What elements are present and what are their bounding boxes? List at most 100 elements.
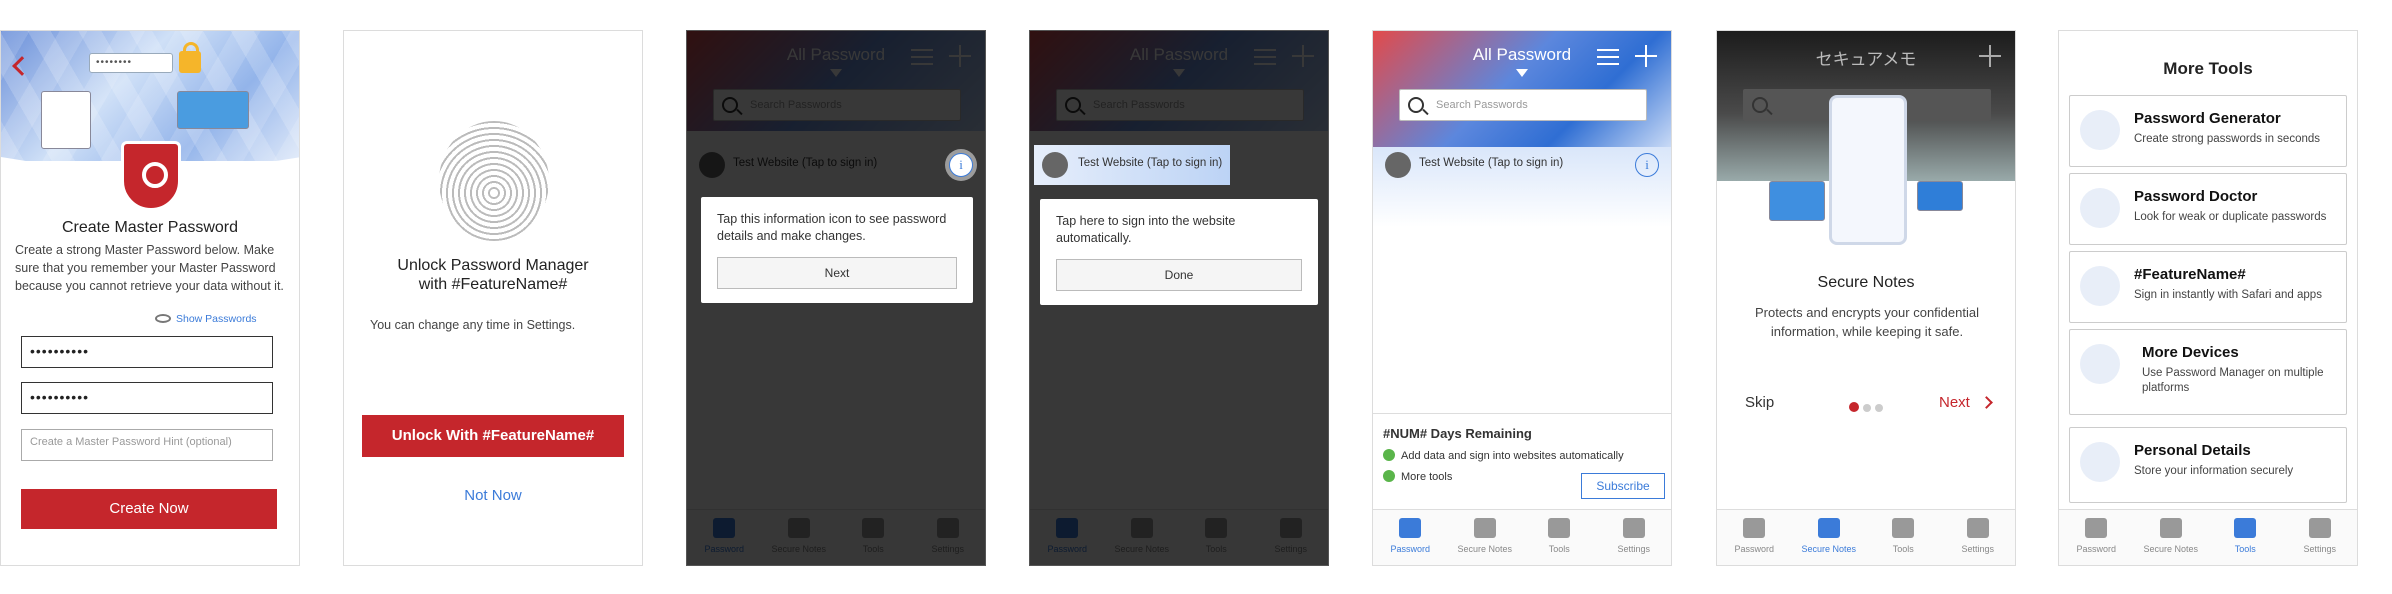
done-button[interactable]: Done xyxy=(1056,259,1302,291)
tab-tools[interactable]: Tools xyxy=(2208,510,2283,565)
menu-icon[interactable] xyxy=(1597,49,1619,65)
tab-bar: Password Secure Notes Tools Settings xyxy=(2059,509,2357,565)
envelope-illustration xyxy=(1917,181,1963,211)
key-icon xyxy=(1743,518,1766,538)
tooltip-text: Tap here to sign into the website automa… xyxy=(1056,214,1236,245)
page-title: Create Master Password xyxy=(61,219,239,236)
search-input[interactable]: Search Passwords xyxy=(1399,89,1647,121)
screen-create-master-password: •••••••• Create Master Password Create a… xyxy=(0,30,300,566)
tab-secure-notes[interactable]: Secure Notes xyxy=(1448,510,1523,565)
screen-tip-sign-in: All Password Search Passwords Password S… xyxy=(1029,30,1329,566)
password-bubble: •••••••• xyxy=(89,53,173,73)
wrench-icon xyxy=(1548,518,1571,538)
tooltip-text: Tap this information icon to see passwor… xyxy=(717,212,947,243)
lock-icon xyxy=(179,42,201,73)
page-title: Secure Notes xyxy=(1817,274,1915,291)
info-icon[interactable]: i xyxy=(949,153,973,177)
screen-secure-notes-onboarding: セキュアメモ Secure Notes Protects and encrypt… xyxy=(1716,30,2016,566)
header-title: セキュアメモ xyxy=(1815,50,1917,69)
phone-illustration xyxy=(1829,95,1907,245)
tooltip-card: Tap here to sign into the website automa… xyxy=(1040,199,1318,305)
tool-password-doctor[interactable]: Password Doctor Look for weak or duplica… xyxy=(2069,173,2347,245)
gear-icon xyxy=(1966,518,1989,538)
days-remaining: #NUM# Days Remaining xyxy=(1383,426,1532,441)
tab-secure-notes[interactable]: Secure Notes xyxy=(2134,510,2209,565)
tab-password[interactable]: Password xyxy=(2059,510,2134,565)
search-icon xyxy=(1408,97,1424,113)
check-icon xyxy=(1383,470,1395,482)
create-now-button[interactable]: Create Now xyxy=(21,489,277,529)
tooltip-card: Tap this information icon to see passwor… xyxy=(701,197,973,303)
tab-bar: Password Secure Notes Tools Settings xyxy=(1373,509,1671,565)
subtitle: You can change any time in Settings. xyxy=(370,318,576,332)
tool-feature[interactable]: #FeatureName# Sign in instantly with Saf… xyxy=(2069,251,2347,323)
subscribe-button[interactable]: Subscribe xyxy=(1581,473,1665,499)
eye-icon xyxy=(155,314,171,323)
gear-icon xyxy=(1622,518,1645,538)
search-icon xyxy=(1752,97,1768,113)
note-icon xyxy=(2159,518,2182,538)
tab-tools[interactable]: Tools xyxy=(1522,510,1597,565)
header-title: All Password xyxy=(1472,45,1572,64)
description: Protects and encrypts your confidential … xyxy=(1754,305,1979,339)
website-icon xyxy=(1385,152,1411,178)
tab-tools: Tools xyxy=(1866,510,1941,565)
list-item[interactable]: Test Website (Tap to sign in) i xyxy=(1373,143,1671,187)
plus-icon[interactable] xyxy=(1635,45,1657,67)
not-now-link[interactable]: Not Now xyxy=(344,487,642,504)
page-title: Unlock Password Manager with #FeatureNam… xyxy=(397,257,589,293)
tab-settings: Settings xyxy=(1941,510,2016,565)
screen-unlock-feature: Unlock Password Manager with #FeatureNam… xyxy=(343,30,643,566)
description: Create a strong Master Password below. M… xyxy=(15,243,284,293)
dropdown-triangle-icon[interactable] xyxy=(1516,69,1528,77)
credit-card-illustration xyxy=(177,91,249,129)
page-title: More Tools xyxy=(2163,59,2253,78)
wrench-icon xyxy=(1892,518,1915,538)
screen-more-tools: More Tools Password Generator Create str… xyxy=(2058,30,2358,566)
feature-text: More tools xyxy=(1401,471,1453,483)
fingerprint-icon xyxy=(439,121,549,241)
generator-icon xyxy=(2080,110,2120,150)
tab-settings[interactable]: Settings xyxy=(1597,510,1672,565)
storyboard: •••••••• Create Master Password Create a… xyxy=(0,0,2392,594)
shield-logo-icon xyxy=(121,141,181,211)
plus-icon xyxy=(1979,45,2001,67)
check-icon xyxy=(1383,449,1395,461)
unlock-button[interactable]: Unlock With #FeatureName# xyxy=(362,415,624,457)
row-label: Test Website (Tap to sign in) xyxy=(1419,157,1564,169)
info-icon[interactable]: i xyxy=(1635,153,1659,177)
tab-settings[interactable]: Settings xyxy=(2283,510,2358,565)
website-icon xyxy=(1042,152,1068,178)
note-icon xyxy=(1473,518,1496,538)
id-card-icon xyxy=(2080,442,2120,482)
tab-bar: Password Secure Notes Tools Settings xyxy=(1717,509,2015,565)
next-button[interactable]: Next xyxy=(717,257,957,289)
screen-tip-info-icon: All Password Search Passwords Test Websi… xyxy=(686,30,986,566)
tool-personal-details[interactable]: Personal Details Store your information … xyxy=(2069,427,2347,503)
tab-password[interactable]: Password xyxy=(1373,510,1448,565)
header: All Password Search Passwords xyxy=(1373,31,1671,147)
sign-in-row[interactable]: Test Website (Tap to sign in) xyxy=(1034,145,1230,185)
doctor-icon xyxy=(2080,188,2120,228)
show-passwords-link[interactable]: Show Passwords xyxy=(155,313,257,325)
chevron-right-icon xyxy=(1980,396,1993,409)
trial-banner: #NUM# Days Remaining Add data and sign i… xyxy=(1373,413,1671,509)
calendar-illustration xyxy=(41,91,91,149)
key-icon xyxy=(2085,518,2108,538)
confirm-password-field[interactable]: •••••••••• xyxy=(21,382,273,414)
wrench-icon xyxy=(2234,518,2257,538)
next-button[interactable]: Next xyxy=(1939,394,1993,411)
tool-more-devices[interactable]: More Devices Use Password Manager on mul… xyxy=(2069,329,2347,415)
autofill-icon xyxy=(2080,266,2120,306)
gear-icon xyxy=(2308,518,2331,538)
devices-icon xyxy=(2080,344,2120,384)
password-hint-input[interactable]: Create a Master Password Hint (optional) xyxy=(21,429,273,461)
master-password-field[interactable]: •••••••••• xyxy=(21,336,273,368)
tab-secure-notes: Secure Notes xyxy=(1792,510,1867,565)
feature-text: Add data and sign into websites automati… xyxy=(1401,450,1624,462)
screen-all-password: All Password Search Passwords Test Websi… xyxy=(1372,30,1672,566)
folder-illustration xyxy=(1769,181,1825,221)
key-icon xyxy=(1399,518,1422,538)
tool-password-generator[interactable]: Password Generator Create strong passwor… xyxy=(2069,95,2347,167)
tab-password: Password xyxy=(1717,510,1792,565)
